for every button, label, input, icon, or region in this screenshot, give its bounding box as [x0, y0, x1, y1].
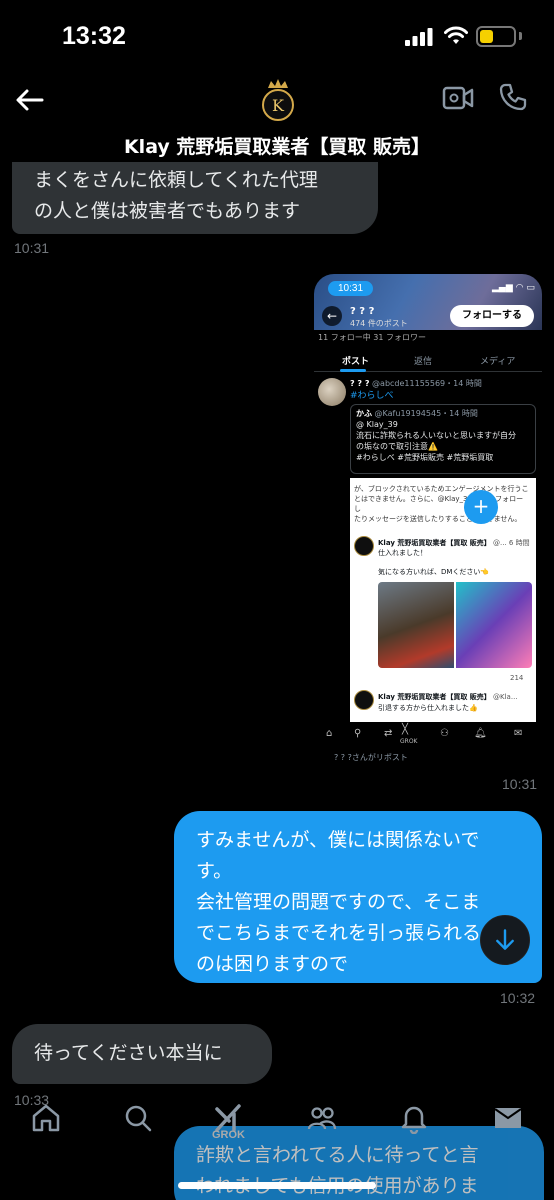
message-line: でこちらまでそれを引っ張られる — [196, 922, 482, 944]
shot-back-icon: ← — [322, 306, 342, 326]
communities-icon[interactable] — [306, 1102, 338, 1134]
shot-repost-icon: ⇄ — [384, 728, 393, 739]
shot-tab-underline — [340, 369, 366, 372]
shot-card-text: 気になる方いれば、DMください👈 — [378, 568, 490, 576]
shot-card-text: 引退する方から仕入れました👍 — [378, 704, 478, 712]
shot-card-text: 仕入れました！ — [378, 549, 427, 557]
shot-compose-icon: + — [464, 490, 498, 524]
battery-icon — [476, 26, 516, 47]
home-indicator — [178, 1182, 376, 1189]
image-attachment[interactable]: 10:31 ▂▄▆ ◠ ▭ ← ? ? ? 474 件のポスト フォローする 1… — [314, 274, 542, 768]
shot-followers: 11 フォロー中 31 フォロワー — [318, 333, 426, 342]
phone-call-icon[interactable] — [498, 82, 528, 112]
search-icon[interactable] — [122, 1102, 154, 1134]
back-arrow-icon[interactable] — [14, 84, 46, 116]
shot-tab-posts: ポスト — [342, 357, 370, 367]
message-incoming[interactable]: 待ってください本当に — [12, 1024, 272, 1084]
status-time: 13:32 — [62, 22, 126, 50]
shot-follow-button: フォローする — [450, 305, 534, 327]
shot-card-stat: 214 — [510, 674, 524, 682]
shot-search-icon: ⚲ — [354, 728, 362, 739]
shot-blocked-notice: が、ブロックされているためエンゲージメントを行うこ とはできません。さらに、@K… — [354, 485, 529, 523]
message-timestamp: 10:32 — [500, 990, 536, 1006]
shot-tabs: ポスト 返信 メディア — [314, 350, 542, 372]
shot-mail-icon: ✉ — [514, 728, 523, 739]
shot-tab-replies: 返信 — [414, 357, 433, 367]
home-icon[interactable] — [30, 1102, 62, 1134]
message-line: の人と僕は被害者でもあります — [34, 200, 301, 222]
message-timestamp: 10:31 — [14, 240, 50, 256]
shot-card-name: Klay 荒野垢買取業者【買取 販売】 @... 6 時間 — [378, 539, 530, 547]
message-line: 待ってください本当に — [34, 1042, 223, 1064]
shot-profile-name: ? ? ? — [350, 306, 375, 317]
shot-bell-icon: 🔔︎ — [474, 728, 487, 739]
shot-home-icon: ⌂ — [326, 728, 333, 739]
logo-letter: K — [272, 96, 285, 115]
grok-label: GROK — [212, 1129, 245, 1141]
shot-people-icon: ⚇ — [440, 728, 449, 739]
shot-post-count: 474 件のポスト — [350, 319, 408, 328]
shot-card-avatar — [354, 690, 374, 710]
signal-icon — [405, 28, 433, 46]
shot-nav-bar: ⌂ ⚲ ⇄ ╳ GROK ⚇ 🔔︎ ✉ — [314, 722, 542, 748]
messages-icon[interactable] — [492, 1102, 524, 1134]
shot-status-icons: ▂▄▆ ◠ ▭ — [492, 283, 535, 293]
shot-quote: かふ @Kafu19194545・14 時間 @ Klay_39 流石に詐欺られ… — [350, 404, 536, 474]
shot-avatar — [318, 378, 346, 406]
chat-header: K Klay 荒野垢買取業者【買取 販売】 — [0, 72, 554, 162]
video-call-icon[interactable] — [442, 84, 474, 112]
shot-card-avatar — [354, 536, 374, 556]
shot-card-image — [456, 582, 532, 668]
chat-title: Klay 荒野垢買取業者【買取 販売】 — [123, 136, 431, 158]
message-line: す。 — [196, 860, 233, 882]
avatar[interactable]: K — [258, 78, 298, 122]
message-line: のは困りますので — [196, 953, 349, 975]
message-line: まくをさんに依頼してくれた代理 — [34, 169, 318, 191]
notifications-icon[interactable] — [398, 1102, 430, 1134]
shot-tab-media: メディア — [480, 357, 516, 367]
status-bar: 13:32 — [0, 0, 554, 72]
shot-status-time: 10:31 — [328, 281, 374, 296]
message-timestamp: 10:31 — [502, 776, 538, 792]
shot-repost-line: ? ? ?さんがリポスト — [334, 753, 408, 762]
shot-grok-icon: ╳ — [402, 724, 409, 735]
wifi-icon — [444, 26, 468, 44]
shot-grok-label: GROK — [400, 738, 418, 745]
message-line: すみませんが、僕には関係ないで — [196, 829, 480, 851]
shot-card-image — [378, 582, 454, 668]
message-line: 会社管理の問題ですので、そこま — [196, 891, 481, 913]
shot-embedded-card: が、ブロックされているためエンゲージメントを行うこ とはできません。さらに、@K… — [350, 478, 536, 722]
shot-card-name: Klay 荒野垢買取業者【買取 販売】 @Kla... — [378, 693, 518, 701]
scroll-down-button[interactable] — [480, 915, 530, 965]
shot-hashtag: #わらしべ — [350, 391, 394, 401]
